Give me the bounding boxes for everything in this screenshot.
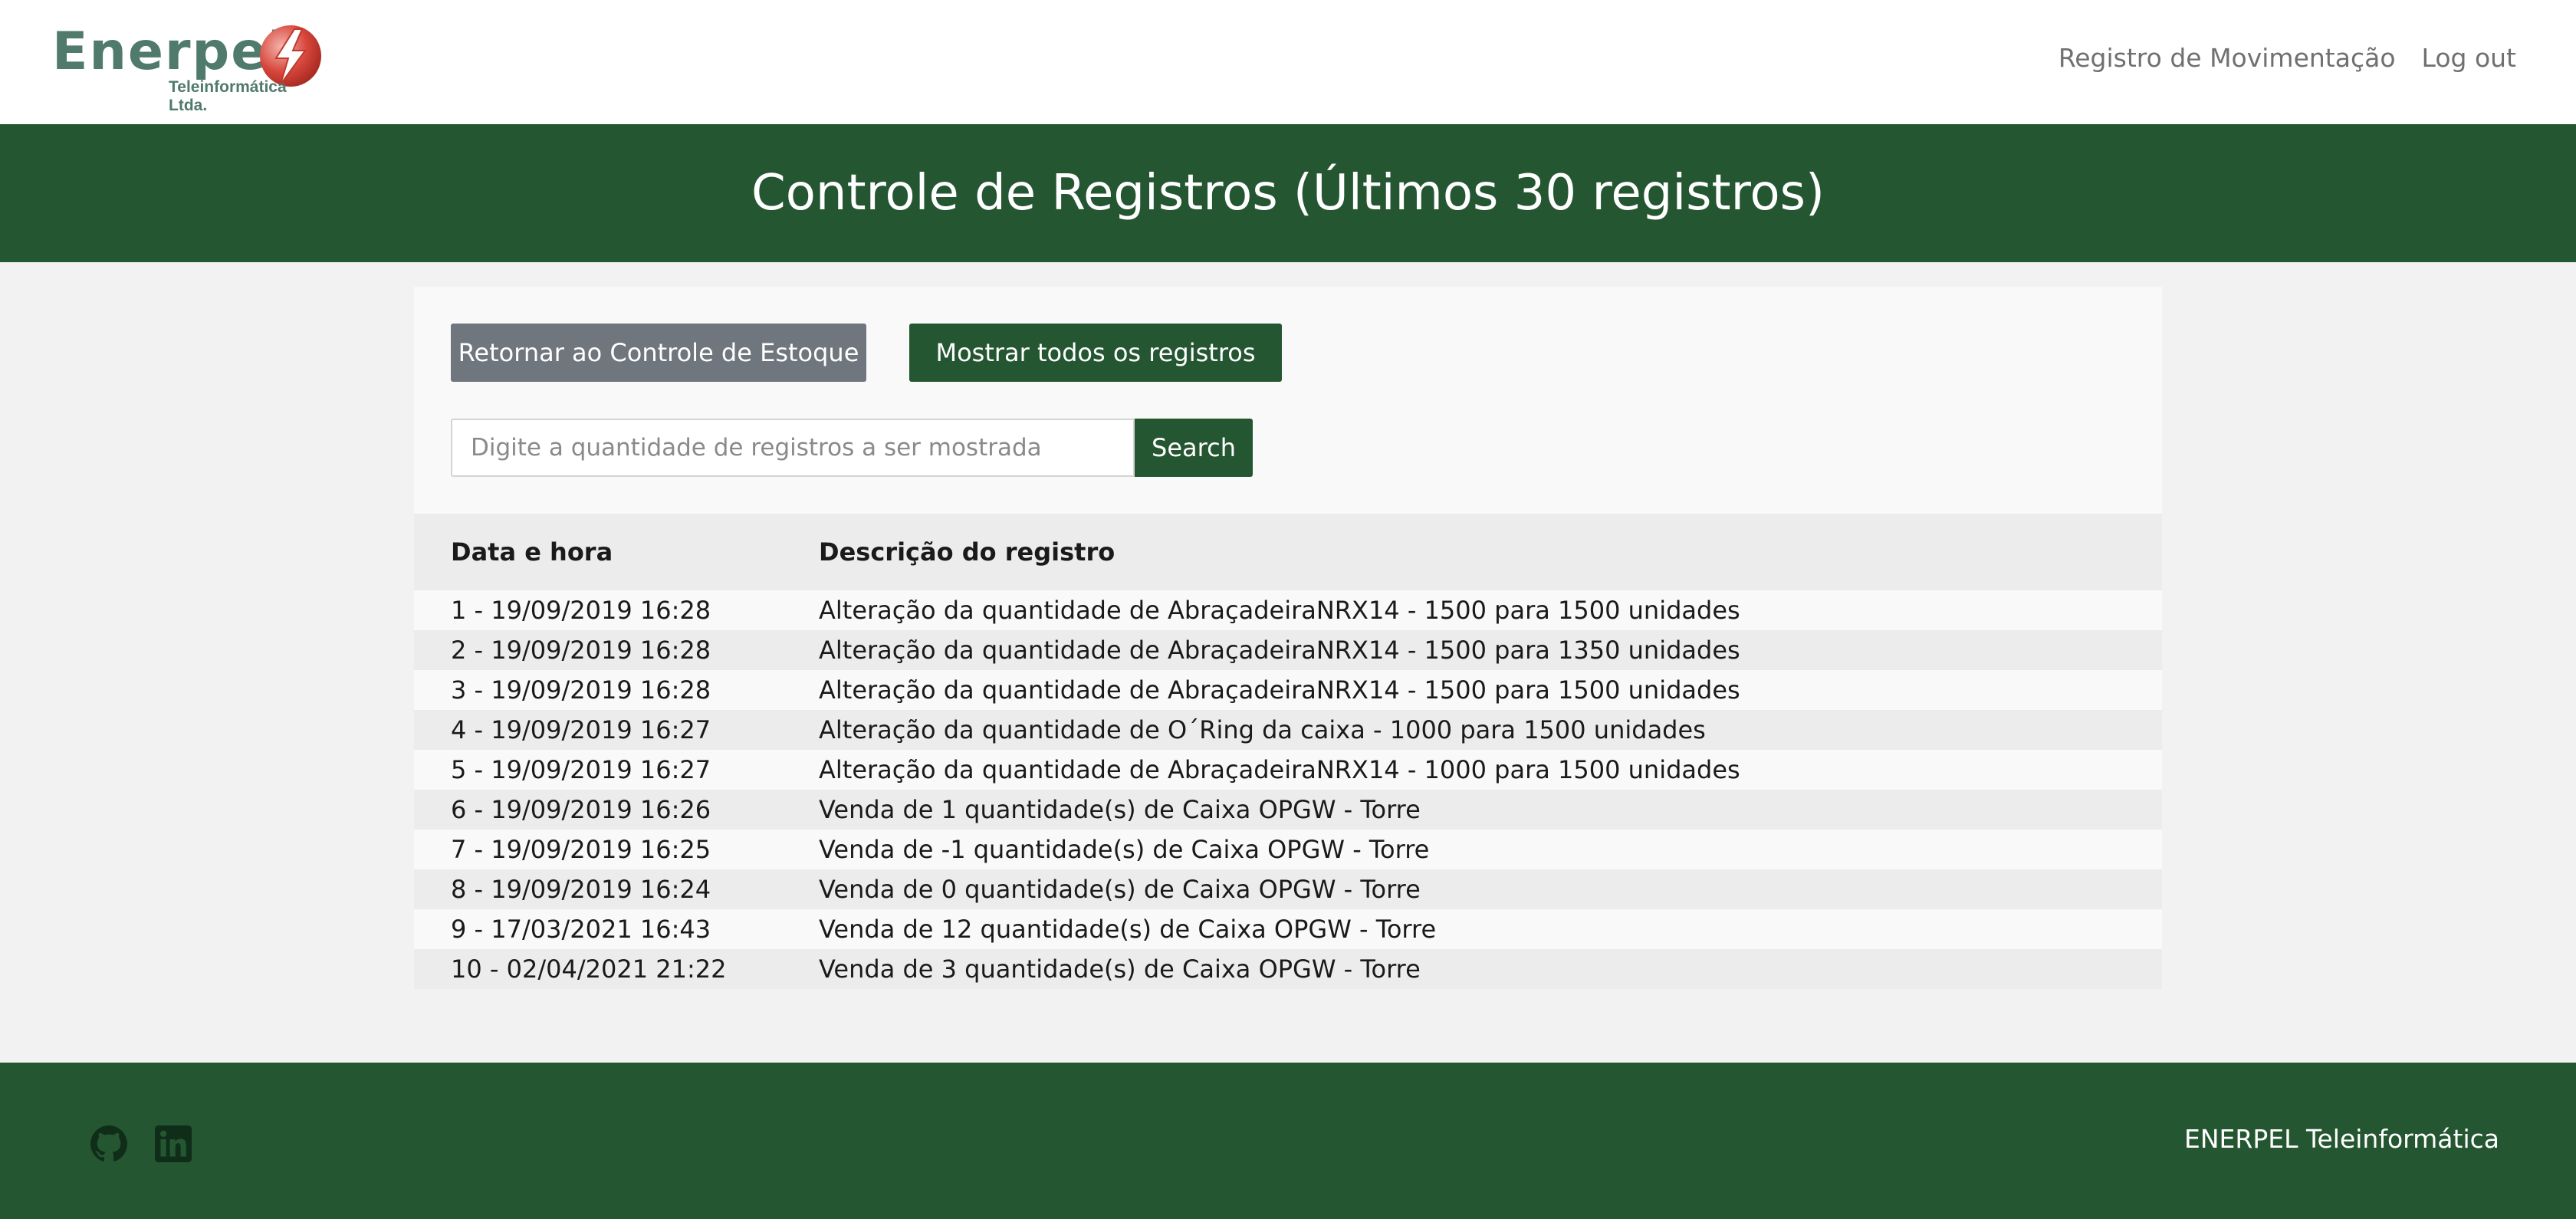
controls-panel: Retornar ao Controle de Estoque Mostrar … <box>414 287 2162 514</box>
page-title-banner: Controle de Registros (Últimos 30 regist… <box>0 124 2576 262</box>
table-row: 8 - 19/09/2019 16:24 Venda de 0 quantida… <box>414 869 2162 909</box>
main-nav: Registro de Movimentação Log out <box>2058 43 2516 73</box>
row-description: Alteração da quantidade de AbraçadeiraNR… <box>819 670 2162 710</box>
row-description: Alteração da quantidade de AbraçadeiraNR… <box>819 750 2162 790</box>
page-title: Controle de Registros (Últimos 30 regist… <box>751 165 1825 222</box>
row-datetime: 10 - 02/04/2021 21:22 <box>414 949 819 989</box>
table-row: 7 - 19/09/2019 16:25 Venda de -1 quantid… <box>414 830 2162 869</box>
logo-wordmark: Enerpel <box>52 21 288 82</box>
records-table: Data e hora Descrição do registro 1 - 19… <box>414 514 2162 989</box>
row-datetime: 1 - 19/09/2019 16:28 <box>414 590 819 630</box>
row-datetime: 3 - 19/09/2019 16:28 <box>414 670 819 710</box>
linkedin-icon[interactable] <box>155 1125 192 1162</box>
page-footer: ENERPEL Teleinformática <box>0 1063 2576 1219</box>
search-button[interactable]: Search <box>1135 419 1253 477</box>
table-row: 10 - 02/04/2021 21:22 Venda de 3 quantid… <box>414 949 2162 989</box>
table-row: 2 - 19/09/2019 16:28 Alteração da quanti… <box>414 630 2162 670</box>
table-header-row: Data e hora Descrição do registro <box>414 514 2162 590</box>
enerpel-logo[interactable]: Enerpel Teleinformática Ltda. <box>52 21 328 114</box>
row-description: Alteração da quantidade de O´Ring da cai… <box>819 710 2162 750</box>
row-datetime: 6 - 19/09/2019 16:26 <box>414 790 819 830</box>
row-description: Venda de 3 quantidade(s) de Caixa OPGW -… <box>819 949 2162 989</box>
header-description: Descrição do registro <box>819 514 2162 590</box>
footer-brand: ENERPEL Teleinformática <box>2184 1124 2499 1154</box>
row-datetime: 9 - 17/03/2021 16:43 <box>414 909 819 949</box>
table-row: 4 - 19/09/2019 16:27 Alteração da quanti… <box>414 710 2162 750</box>
table-row: 5 - 19/09/2019 16:27 Alteração da quanti… <box>414 750 2162 790</box>
row-description: Venda de -1 quantidade(s) de Caixa OPGW … <box>819 830 2162 869</box>
header-datetime: Data e hora <box>414 514 819 590</box>
return-to-stock-button[interactable]: Retornar ao Controle de Estoque <box>451 324 866 382</box>
table-row: 3 - 19/09/2019 16:28 Alteração da quanti… <box>414 670 2162 710</box>
row-description: Venda de 1 quantidade(s) de Caixa OPGW -… <box>819 790 2162 830</box>
row-datetime: 2 - 19/09/2019 16:28 <box>414 630 819 670</box>
record-count-input[interactable] <box>451 419 1135 477</box>
row-description: Venda de 12 quantidade(s) de Caixa OPGW … <box>819 909 2162 949</box>
show-all-records-button[interactable]: Mostrar todos os registros <box>909 324 1282 382</box>
social-links <box>90 1125 192 1162</box>
nav-logout[interactable]: Log out <box>2422 43 2516 73</box>
table-row: 6 - 19/09/2019 16:26 Venda de 1 quantida… <box>414 790 2162 830</box>
table-row: 1 - 19/09/2019 16:28 Alteração da quanti… <box>414 590 2162 630</box>
row-description: Alteração da quantidade de AbraçadeiraNR… <box>819 590 2162 630</box>
row-datetime: 8 - 19/09/2019 16:24 <box>414 869 819 909</box>
row-description: Alteração da quantidade de AbraçadeiraNR… <box>819 630 2162 670</box>
table-row: 9 - 17/03/2021 16:43 Venda de 12 quantid… <box>414 909 2162 949</box>
top-navbar: Enerpel Teleinformática Ltda. Registro d… <box>0 0 2576 124</box>
row-description: Venda de 0 quantidade(s) de Caixa OPGW -… <box>819 869 2162 909</box>
logo-subtitle: Teleinformática Ltda. <box>169 78 287 114</box>
row-datetime: 7 - 19/09/2019 16:25 <box>414 830 819 869</box>
row-datetime: 5 - 19/09/2019 16:27 <box>414 750 819 790</box>
nav-registro-movimentacao[interactable]: Registro de Movimentação <box>2058 43 2396 73</box>
github-icon[interactable] <box>90 1125 127 1162</box>
row-datetime: 4 - 19/09/2019 16:27 <box>414 710 819 750</box>
